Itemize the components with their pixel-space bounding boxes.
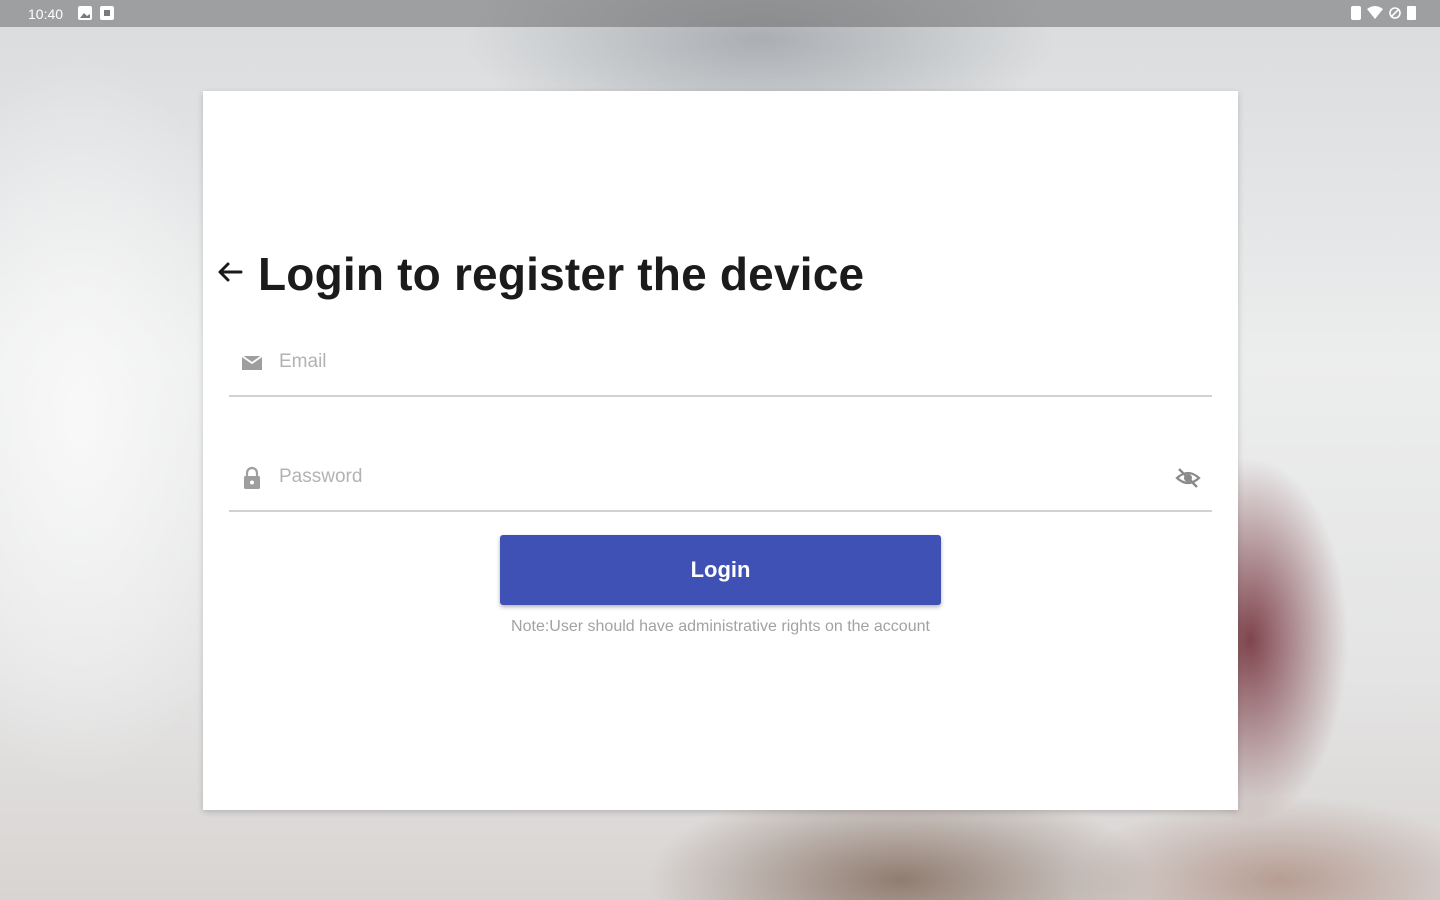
admin-rights-note: Note:User should have administrative rig… bbox=[511, 618, 930, 635]
email-input[interactable] bbox=[279, 347, 1159, 377]
arrow-back-icon[interactable] bbox=[215, 257, 245, 287]
email-field bbox=[229, 335, 1212, 397]
password-field bbox=[229, 450, 1212, 512]
wifi-icon bbox=[1367, 6, 1383, 20]
mail-icon bbox=[240, 351, 264, 375]
login-button[interactable]: Login bbox=[500, 535, 941, 605]
battery-icon bbox=[1407, 6, 1416, 20]
login-card: Login to register the device Email Login… bbox=[203, 91, 1238, 810]
screen: 10:40 Login to register the device Email… bbox=[0, 0, 1440, 900]
visibility-off-icon[interactable] bbox=[1174, 464, 1202, 492]
status-bar: 10:40 bbox=[0, 0, 1440, 27]
status-notification-icons bbox=[78, 6, 114, 20]
document-notification-icon bbox=[100, 6, 114, 20]
do-not-disturb-icon bbox=[1389, 6, 1401, 20]
status-time: 10:40 bbox=[28, 6, 64, 22]
lock-icon bbox=[240, 466, 264, 490]
status-system-icons bbox=[1351, 6, 1416, 20]
page-title: Login to register the device bbox=[258, 248, 865, 300]
password-input[interactable] bbox=[279, 462, 1159, 492]
image-notification-icon bbox=[78, 6, 92, 20]
sim-icon bbox=[1351, 6, 1361, 20]
